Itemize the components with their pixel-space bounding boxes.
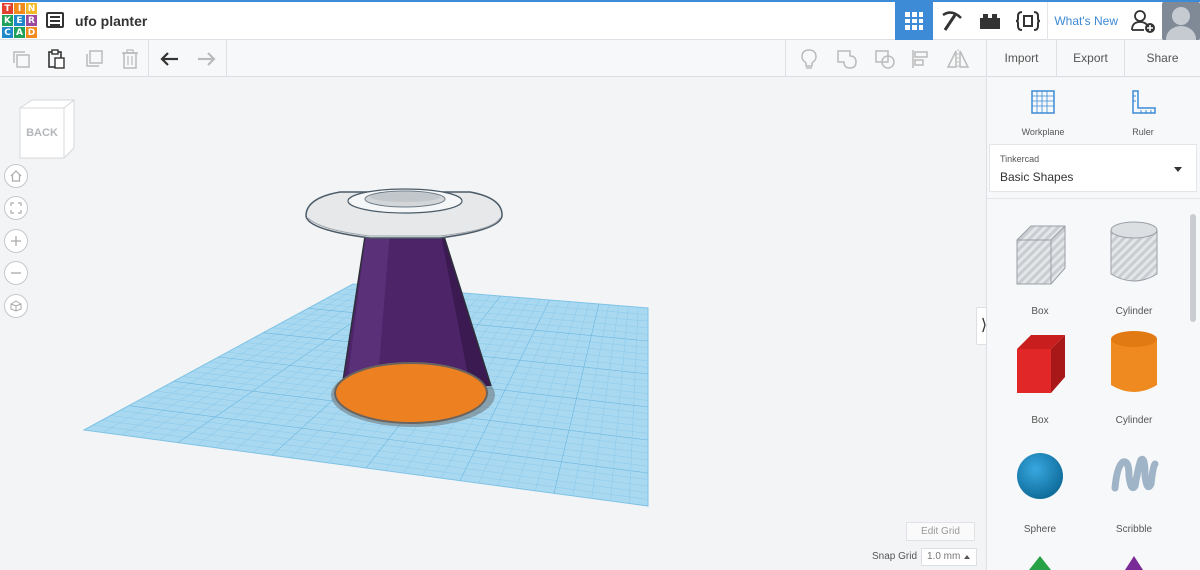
shape-box-hole[interactable]: Box	[993, 218, 1087, 317]
bricks-view-button[interactable]	[971, 2, 1009, 40]
codeblocks-view-button[interactable]	[1009, 2, 1047, 40]
ruler-icon	[1132, 90, 1156, 114]
scrollbar-thumb[interactable]	[1190, 214, 1196, 322]
copy-icon	[13, 51, 30, 68]
shape-box-solid[interactable]: Box	[993, 327, 1087, 426]
sphere-icon	[1017, 453, 1063, 499]
orange-base-disc[interactable]	[334, 362, 488, 424]
box-hole-icon	[1016, 225, 1066, 285]
shape-label: Scribble	[1115, 524, 1153, 535]
snap-grid-select[interactable]: 1.0 mm	[921, 548, 977, 566]
logo-letter: C	[2, 27, 13, 38]
top-right-controls: What's New	[895, 2, 1200, 40]
shape-library-dropdown[interactable]: Tinkercad Basic Shapes	[989, 144, 1197, 192]
duplicate-button[interactable]	[81, 46, 107, 72]
redo-button[interactable]	[193, 46, 219, 72]
3d-viewport[interactable]: BACK Edit Grid Snap Grid 1.0 mm	[0, 78, 985, 570]
whats-new-link[interactable]: What's New	[1047, 2, 1124, 40]
mirror-icon	[946, 49, 970, 69]
codeblocks-icon	[1016, 11, 1041, 31]
logo-letter: T	[2, 3, 13, 14]
group-icon	[837, 50, 857, 69]
logo-letter: E	[14, 15, 25, 26]
edit-toolbar: Import Export Share	[0, 40, 1200, 77]
share-button[interactable]: Share	[1124, 40, 1200, 77]
add-user-icon	[1131, 10, 1155, 33]
logo-letter: R	[26, 15, 37, 26]
design-menu-icon[interactable]	[46, 12, 64, 28]
align-icon	[912, 50, 928, 68]
top-bar: TINKERCAD ufo planter What's New	[0, 0, 1200, 40]
shape-scribble[interactable]: Scribble	[1087, 436, 1181, 535]
scribble-icon	[1111, 455, 1159, 492]
design-title[interactable]: ufo planter	[75, 13, 147, 29]
logo-letter: D	[26, 27, 37, 38]
3d-design-view-button[interactable]	[895, 2, 934, 40]
ruler-label: Ruler	[1132, 127, 1154, 137]
tinkercad-logo[interactable]: TIN KER CAD	[2, 3, 37, 38]
pyramid-shape-preview[interactable]	[1027, 554, 1053, 570]
scene-canvas[interactable]	[0, 78, 985, 570]
cylinder-hole-icon	[1110, 221, 1158, 282]
export-button[interactable]: Export	[1056, 40, 1124, 77]
invite-user-button[interactable]	[1124, 2, 1162, 40]
paste-icon	[48, 49, 65, 69]
delete-button[interactable]	[117, 46, 143, 72]
library-source: Tinkercad	[1000, 154, 1040, 164]
dropdown-caret-icon	[1174, 167, 1182, 172]
logo-letter: I	[14, 3, 25, 14]
workplane-tool[interactable]: Workplane	[993, 88, 1093, 137]
paste-button[interactable]	[43, 46, 69, 72]
align-button[interactable]	[907, 46, 933, 72]
redo-icon	[198, 52, 216, 66]
logo-letter: N	[26, 3, 37, 14]
copy-button[interactable]	[8, 46, 34, 72]
duplicate-icon	[86, 50, 103, 67]
blocks-view-button[interactable]	[933, 2, 971, 40]
cylinder-solid-icon	[1111, 331, 1157, 392]
shape-label: Cylinder	[1115, 306, 1153, 317]
shape-sphere[interactable]: Sphere	[993, 436, 1087, 535]
group-button[interactable]	[834, 46, 860, 72]
ungroup-button[interactable]	[872, 46, 898, 72]
logo-letter: K	[2, 15, 13, 26]
logo-letter: A	[14, 27, 25, 38]
undo-button[interactable]	[157, 46, 183, 72]
box-solid-icon	[1017, 335, 1065, 393]
edit-grid-button[interactable]: Edit Grid	[906, 522, 975, 541]
library-category: Basic Shapes	[1000, 170, 1074, 184]
user-avatar[interactable]	[1162, 2, 1200, 40]
ungroup-icon	[875, 50, 895, 69]
lightbulb-icon	[801, 49, 817, 69]
shape-label: Box	[1031, 415, 1049, 426]
import-button[interactable]: Import	[986, 40, 1056, 77]
ruler-tool[interactable]: Ruler	[1093, 88, 1193, 137]
shape-label: Sphere	[1023, 524, 1057, 535]
shape-cylinder-solid[interactable]: Cylinder	[1087, 327, 1181, 426]
bricks-icon	[980, 14, 1001, 29]
workplane-label: Workplane	[1021, 127, 1065, 137]
panel-scrollbar[interactable]	[1190, 206, 1196, 566]
shape-label: Cylinder	[1115, 415, 1153, 426]
grid-view-icon	[905, 12, 924, 30]
mirror-button[interactable]	[945, 46, 971, 72]
snap-grid-label: Snap Grid	[872, 551, 918, 562]
shape-label: Box	[1031, 306, 1049, 317]
workplane-icon	[1031, 90, 1055, 114]
trash-icon	[122, 49, 138, 69]
notes-button[interactable]	[796, 46, 822, 72]
cone-shape-preview[interactable]	[1121, 554, 1147, 570]
shape-cylinder-hole[interactable]: Cylinder	[1087, 218, 1181, 317]
shapes-panel: Workplane Ruler Tinkercad Basic Shapes B…	[986, 78, 1200, 570]
pickaxe-icon	[942, 11, 963, 31]
undo-icon	[160, 52, 178, 66]
